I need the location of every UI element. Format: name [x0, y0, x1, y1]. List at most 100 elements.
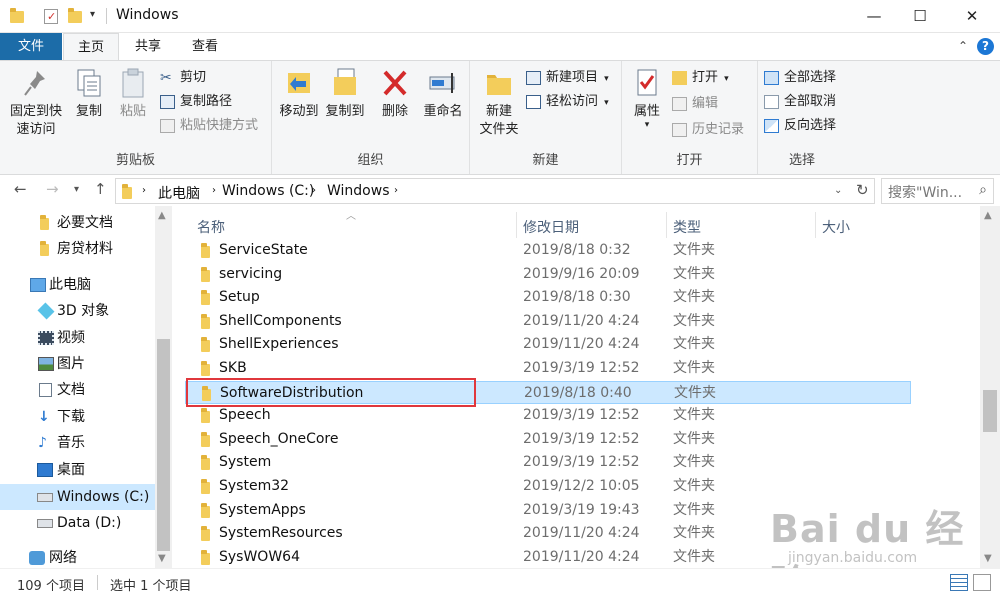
ribbon: 固定到快 速访问 复制 粘贴 ✂ 剪切 复制路径 粘贴快捷方式 剪贴板 移动到 … — [0, 60, 1000, 175]
file-date: 2019/3/19 12:52 — [523, 407, 640, 424]
open-button[interactable]: 打开 ▾ — [672, 67, 729, 89]
sidebar-item-label: 必要文档 — [57, 215, 113, 231]
easy-access-label: 轻松访问 — [546, 94, 599, 109]
file-type: 文件夹 — [673, 525, 715, 542]
refresh-icon[interactable]: ↻ — [856, 181, 869, 199]
sidebar-scroll-thumb[interactable] — [157, 339, 170, 551]
folder-icon — [201, 431, 210, 447]
table-row[interactable]: servicing 2019/9/16 20:09 文件夹 — [185, 263, 911, 286]
sidebar-item-mortgage-docs[interactable]: 房贷材料 — [0, 236, 155, 262]
sidebar-item-videos[interactable]: 视频 — [0, 325, 155, 351]
column-header-date[interactable]: 修改日期 — [523, 217, 579, 237]
sidebar-item-c-drive[interactable]: Windows (C:) — [0, 484, 155, 510]
column-divider[interactable] — [666, 212, 667, 238]
new-item-button[interactable]: 新建项目 ▾ — [526, 67, 609, 89]
delete-x-icon — [380, 67, 410, 99]
scroll-down-icon[interactable]: ▼ — [158, 553, 166, 564]
sidebar-item-this-pc[interactable]: 此电脑 — [0, 272, 155, 298]
table-row[interactable]: ShellComponents 2019/11/20 4:24 文件夹 — [185, 310, 911, 333]
file-type: 文件夹 — [673, 478, 715, 494]
tab-share[interactable]: 共享 — [121, 33, 175, 60]
chevron-up-icon[interactable]: ⌃ — [958, 39, 968, 53]
address-dropdown-icon[interactable]: ⌄ — [834, 185, 842, 196]
copy-path-button[interactable]: 复制路径 — [160, 91, 232, 113]
copy-to-button[interactable]: 复制到 — [322, 67, 368, 121]
column-divider[interactable] — [815, 212, 816, 238]
select-all-icon — [764, 71, 779, 85]
copy-button[interactable]: 复制 — [70, 67, 108, 121]
minimize-button[interactable]: — — [851, 0, 897, 32]
recent-dropdown-icon[interactable]: ▾ — [74, 184, 79, 195]
properties-button[interactable]: 属性 ▾ — [628, 67, 666, 130]
tab-home[interactable]: 主页 — [63, 33, 119, 61]
sidebar-item-pictures[interactable]: 图片 — [0, 351, 155, 377]
invert-selection-button[interactable]: 反向选择 — [764, 115, 836, 137]
paste-button[interactable]: 粘贴 — [114, 67, 152, 121]
sidebar-item-necessary-docs[interactable]: 必要文档 — [0, 210, 155, 236]
sidebar-item-documents[interactable]: 文档 — [0, 377, 155, 403]
file-date: 2019/11/20 4:24 — [523, 525, 640, 542]
table-row[interactable]: System 2019/3/19 12:52 文件夹 — [185, 451, 911, 474]
rename-button[interactable]: 重命名 — [418, 67, 468, 121]
maximize-button[interactable]: ☐ — [897, 0, 943, 32]
help-icon[interactable]: ? — [977, 38, 994, 55]
table-row[interactable]: Speech_OneCore 2019/3/19 12:52 文件夹 — [185, 428, 911, 451]
breadcrumb-c-drive[interactable]: Windows (C:) — [222, 183, 314, 199]
column-header-type[interactable]: 类型 — [673, 217, 701, 237]
download-icon: ↓ — [38, 409, 50, 425]
details-view-icon[interactable] — [950, 574, 968, 591]
large-icons-view-icon[interactable] — [973, 574, 991, 591]
forward-arrow-icon[interactable]: → — [46, 180, 59, 198]
sidebar-item-music[interactable]: ♪ 音乐 — [0, 430, 155, 456]
sidebar-item-d-drive[interactable]: Data (D:) — [0, 510, 155, 536]
address-bar[interactable]: › 此电脑 › Windows (C:) › Windows › ⌄ ↻ — [115, 178, 875, 204]
folder-icon — [201, 502, 210, 518]
new-folder-icon — [484, 67, 514, 99]
new-folder-button[interactable]: 新建 文件夹 — [476, 67, 522, 139]
table-row[interactable]: SKB 2019/3/19 12:52 文件夹 — [185, 357, 911, 380]
column-header-name[interactable]: 名称 — [197, 217, 225, 237]
paste-shortcut-button[interactable]: 粘贴快捷方式 — [160, 115, 258, 137]
clipboard-icon — [118, 67, 148, 99]
column-header-size[interactable]: 大小 — [822, 217, 850, 237]
scroll-up-icon[interactable]: ▲ — [984, 210, 992, 221]
close-button[interactable]: ✕ — [949, 0, 995, 32]
table-row[interactable]: ServiceState 2019/8/18 0:32 文件夹 — [185, 239, 911, 262]
quick-access-new-folder-icon[interactable] — [68, 8, 82, 23]
quick-access-properties-icon[interactable]: ✓ — [44, 9, 58, 24]
sidebar-item-downloads[interactable]: ↓ 下载 — [0, 404, 155, 430]
breadcrumb-separator-icon[interactable]: › — [212, 185, 216, 196]
breadcrumb-this-pc[interactable]: 此电脑 — [158, 183, 200, 203]
breadcrumb-windows[interactable]: Windows — [327, 183, 390, 199]
tab-view[interactable]: 查看 — [178, 33, 232, 60]
sidebar-scrollbar[interactable]: ▲ ▼ — [155, 206, 172, 568]
quick-access-dropdown-icon[interactable]: ▾ — [90, 9, 95, 20]
table-row[interactable]: ShellExperiences 2019/11/20 4:24 文件夹 — [185, 333, 911, 356]
edit-button[interactable]: 编辑 — [672, 93, 718, 115]
select-none-button[interactable]: 全部取消 — [764, 91, 836, 113]
breadcrumb-separator-icon[interactable]: › — [394, 185, 398, 196]
pin-quick-access-button[interactable]: 固定到快 速访问 — [6, 67, 66, 139]
sidebar-item-desktop[interactable]: 桌面 — [0, 457, 155, 483]
search-input[interactable]: 搜索"Win... ⌕ — [881, 178, 994, 204]
move-to-button[interactable]: 移动到 — [276, 67, 322, 121]
breadcrumb-separator-icon[interactable]: › — [142, 185, 146, 196]
tab-file[interactable]: 文件 — [0, 33, 62, 60]
easy-access-button[interactable]: 轻松访问 ▾ — [526, 91, 609, 113]
breadcrumb-separator-icon[interactable]: › — [312, 185, 316, 196]
ribbon-tabs: 文件 主页 共享 查看 ⌃ ? — [0, 33, 1000, 61]
history-button[interactable]: 历史记录 — [672, 119, 744, 141]
up-arrow-icon[interactable]: ↑ — [94, 180, 107, 198]
address-folder-icon — [122, 184, 132, 199]
column-divider[interactable] — [516, 212, 517, 238]
back-arrow-icon[interactable]: ← — [14, 180, 27, 198]
file-list-scroll-thumb[interactable] — [983, 390, 997, 432]
table-row[interactable]: Speech 2019/3/19 12:52 文件夹 — [185, 404, 911, 427]
table-row[interactable]: Setup 2019/8/18 0:30 文件夹 — [185, 286, 911, 309]
select-all-button[interactable]: 全部选择 — [764, 67, 836, 89]
scroll-up-icon[interactable]: ▲ — [158, 210, 166, 221]
cut-button[interactable]: ✂ 剪切 — [160, 67, 206, 89]
sidebar-item-3d-objects[interactable]: 3D 对象 — [0, 298, 155, 324]
delete-button[interactable]: 删除 — [376, 67, 414, 121]
sidebar-item-label: 文档 — [57, 382, 85, 398]
